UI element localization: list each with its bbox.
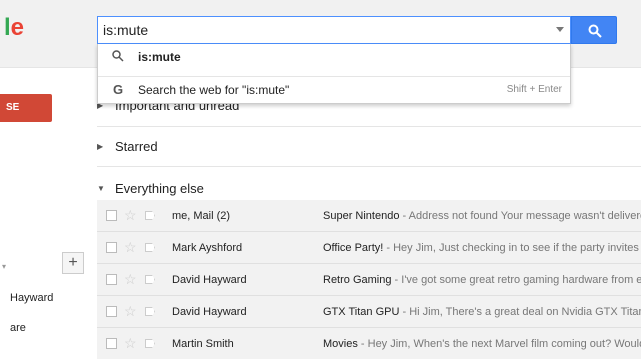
star-icon[interactable]: ☆ xyxy=(124,335,138,352)
expand-arrow-icon: ▶ xyxy=(97,142,104,151)
select-checkbox[interactable] xyxy=(106,306,117,317)
email-sender: David Hayward xyxy=(172,305,247,318)
add-button[interactable]: + xyxy=(62,252,84,274)
shortcut-hint: Shift + Enter xyxy=(506,84,562,95)
search-box[interactable] xyxy=(97,16,571,44)
importance-marker-icon[interactable] xyxy=(145,243,155,252)
email-sender: me, Mail (2) xyxy=(172,209,231,222)
importance-marker-icon[interactable] xyxy=(145,339,155,348)
star-icon[interactable]: ☆ xyxy=(124,271,138,288)
hangout-contact[interactable]: Hayward xyxy=(10,292,53,304)
star-icon[interactable]: ☆ xyxy=(124,303,138,320)
importance-marker-icon[interactable] xyxy=(145,211,155,220)
hangout-contact[interactable]: are xyxy=(10,322,26,334)
email-row[interactable]: ☆ David Hayward Retro Gaming - I've got … xyxy=(97,264,641,296)
email-subject-line: GTX Titan GPU - Hi Jim, There's a great … xyxy=(323,305,641,318)
select-checkbox[interactable] xyxy=(106,242,117,253)
divider xyxy=(97,166,641,167)
google-icon: G xyxy=(112,82,124,97)
search-icon xyxy=(588,24,602,38)
select-checkbox[interactable] xyxy=(106,338,117,349)
search-web-suggestion[interactable]: G Search the web for "is:mute" Shift + E… xyxy=(98,76,570,102)
email-row[interactable]: ☆ Martin Smith Movies - Hey Jim, When's … xyxy=(97,328,641,359)
compose-button[interactable]: SE xyxy=(0,94,52,122)
email-sender: Mark Ayshford xyxy=(172,241,243,254)
suggestion-item[interactable]: is:mute xyxy=(98,44,570,70)
email-row[interactable]: ☆ Mark Ayshford Office Party! - Hey Jim,… xyxy=(97,232,641,264)
section-starred[interactable]: ▶ Starred xyxy=(97,139,158,154)
email-subject-line: Retro Gaming - I've got some great retro… xyxy=(323,273,641,286)
select-checkbox[interactable] xyxy=(106,210,117,221)
email-subject-line: Office Party! - Hey Jim, Just checking i… xyxy=(323,241,641,254)
suggestion-text: is:mute xyxy=(138,50,181,64)
suggestion-text: Search the web for "is:mute" xyxy=(138,82,290,97)
search-input[interactable] xyxy=(98,17,538,43)
caret-icon[interactable]: ▾ xyxy=(2,262,6,271)
divider xyxy=(97,126,641,127)
email-row[interactable]: ☆ me, Mail (2) Super Nintendo - Address … xyxy=(97,200,641,232)
collapse-arrow-icon: ▼ xyxy=(97,184,105,193)
email-row[interactable]: ☆ David Hayward GTX Titan GPU - Hi Jim, … xyxy=(97,296,641,328)
star-icon[interactable]: ☆ xyxy=(124,239,138,256)
search-options-dropdown-icon[interactable] xyxy=(556,27,564,32)
email-sender: David Hayward xyxy=(172,273,247,286)
search-button[interactable] xyxy=(571,16,617,44)
section-everything-else[interactable]: ▼ Everything else xyxy=(97,181,204,196)
email-sender: Martin Smith xyxy=(172,337,234,350)
gmail-logo[interactable]: le xyxy=(4,14,24,42)
star-icon[interactable]: ☆ xyxy=(124,207,138,224)
select-checkbox[interactable] xyxy=(106,274,117,285)
search-suggestions: is:mute G Search the web for "is:mute" S… xyxy=(97,44,571,104)
importance-marker-icon[interactable] xyxy=(145,307,155,316)
email-subject-line: Super Nintendo - Address not found Your … xyxy=(323,209,641,222)
importance-marker-icon[interactable] xyxy=(145,275,155,284)
email-subject-line: Movies - Hey Jim, When's the next Marvel… xyxy=(323,337,641,350)
search-icon xyxy=(98,49,138,65)
